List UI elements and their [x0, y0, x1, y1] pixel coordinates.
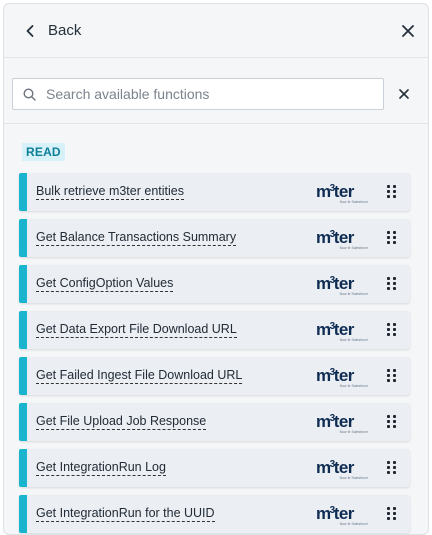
item-accent-bar	[19, 219, 27, 257]
m3ter-logo: m3ter Now ⊕ Salesforce	[316, 412, 368, 434]
drag-handle-icon[interactable]	[387, 231, 396, 244]
function-item[interactable]: Get Data Export File Download URL m3ter …	[19, 311, 410, 349]
function-label: Get Failed Ingest File Download URL	[36, 368, 243, 384]
item-accent-bar	[19, 265, 27, 303]
drag-handle-icon[interactable]	[387, 185, 396, 198]
function-label: Get File Upload Job Response	[36, 414, 207, 430]
close-icon	[399, 89, 409, 99]
clear-search-button[interactable]	[390, 78, 418, 110]
function-item[interactable]: Get IntegrationRun for the UUID m3ter No…	[19, 495, 410, 533]
drag-handle-icon[interactable]	[387, 369, 396, 382]
functions-panel: Back READ Bulk retrieve m3ter entities m…	[3, 3, 429, 535]
close-icon	[402, 24, 414, 37]
m3ter-logo: m3ter Now ⊕ Salesforce	[316, 274, 368, 296]
function-item[interactable]: Get File Upload Job Response m3ter Now ⊕…	[19, 403, 410, 441]
function-item[interactable]: Get Balance Transactions Summary m3ter N…	[19, 219, 410, 257]
m3ter-logo: m3ter Now ⊕ Salesforce	[316, 320, 368, 342]
function-label: Get IntegrationRun Log	[36, 460, 166, 476]
function-label: Get ConfigOption Values	[36, 276, 174, 292]
drag-handle-icon[interactable]	[387, 415, 396, 428]
drag-handle-icon[interactable]	[387, 277, 396, 290]
item-accent-bar	[19, 495, 27, 533]
search-icon	[23, 87, 36, 101]
item-accent-bar	[19, 173, 27, 211]
m3ter-logo: m3ter Now ⊕ Salesforce	[316, 182, 368, 204]
item-accent-bar	[19, 311, 27, 349]
m3ter-logo: m3ter Now ⊕ Salesforce	[316, 458, 368, 480]
search-input[interactable]	[46, 86, 366, 102]
function-item[interactable]: Get ConfigOption Values m3ter Now ⊕ Sale…	[19, 265, 410, 303]
chevron-left-icon	[26, 24, 34, 37]
function-item[interactable]: Get Failed Ingest File Download URL m3te…	[19, 357, 410, 395]
drag-handle-icon[interactable]	[387, 323, 396, 336]
function-item[interactable]: Bulk retrieve m3ter entities m3ter Now ⊕…	[19, 173, 410, 211]
drag-handle-icon[interactable]	[387, 461, 396, 474]
m3ter-logo: m3ter Now ⊕ Salesforce	[316, 366, 368, 388]
m3ter-logo: m3ter Now ⊕ Salesforce	[316, 504, 368, 526]
function-label: Get Data Export File Download URL	[36, 322, 237, 338]
close-button[interactable]	[402, 24, 414, 37]
function-label: Get IntegrationRun for the UUID	[36, 506, 215, 522]
m3ter-logo: m3ter Now ⊕ Salesforce	[316, 228, 368, 250]
back-label: Back	[48, 22, 82, 39]
function-label: Bulk retrieve m3ter entities	[36, 184, 184, 200]
item-accent-bar	[19, 357, 27, 395]
function-item[interactable]: Get IntegrationRun Log m3ter Now ⊕ Sales…	[19, 449, 410, 487]
back-button[interactable]: Back	[26, 22, 81, 39]
panel-header: Back	[4, 4, 428, 58]
item-accent-bar	[19, 449, 27, 487]
drag-handle-icon[interactable]	[387, 507, 396, 520]
search-area	[4, 58, 428, 124]
search-box[interactable]	[12, 78, 385, 110]
section-badge-read: READ	[22, 143, 65, 161]
item-accent-bar	[19, 403, 27, 441]
function-label: Get Balance Transactions Summary	[36, 230, 237, 246]
function-list: Bulk retrieve m3ter entities m3ter Now ⊕…	[4, 173, 428, 533]
